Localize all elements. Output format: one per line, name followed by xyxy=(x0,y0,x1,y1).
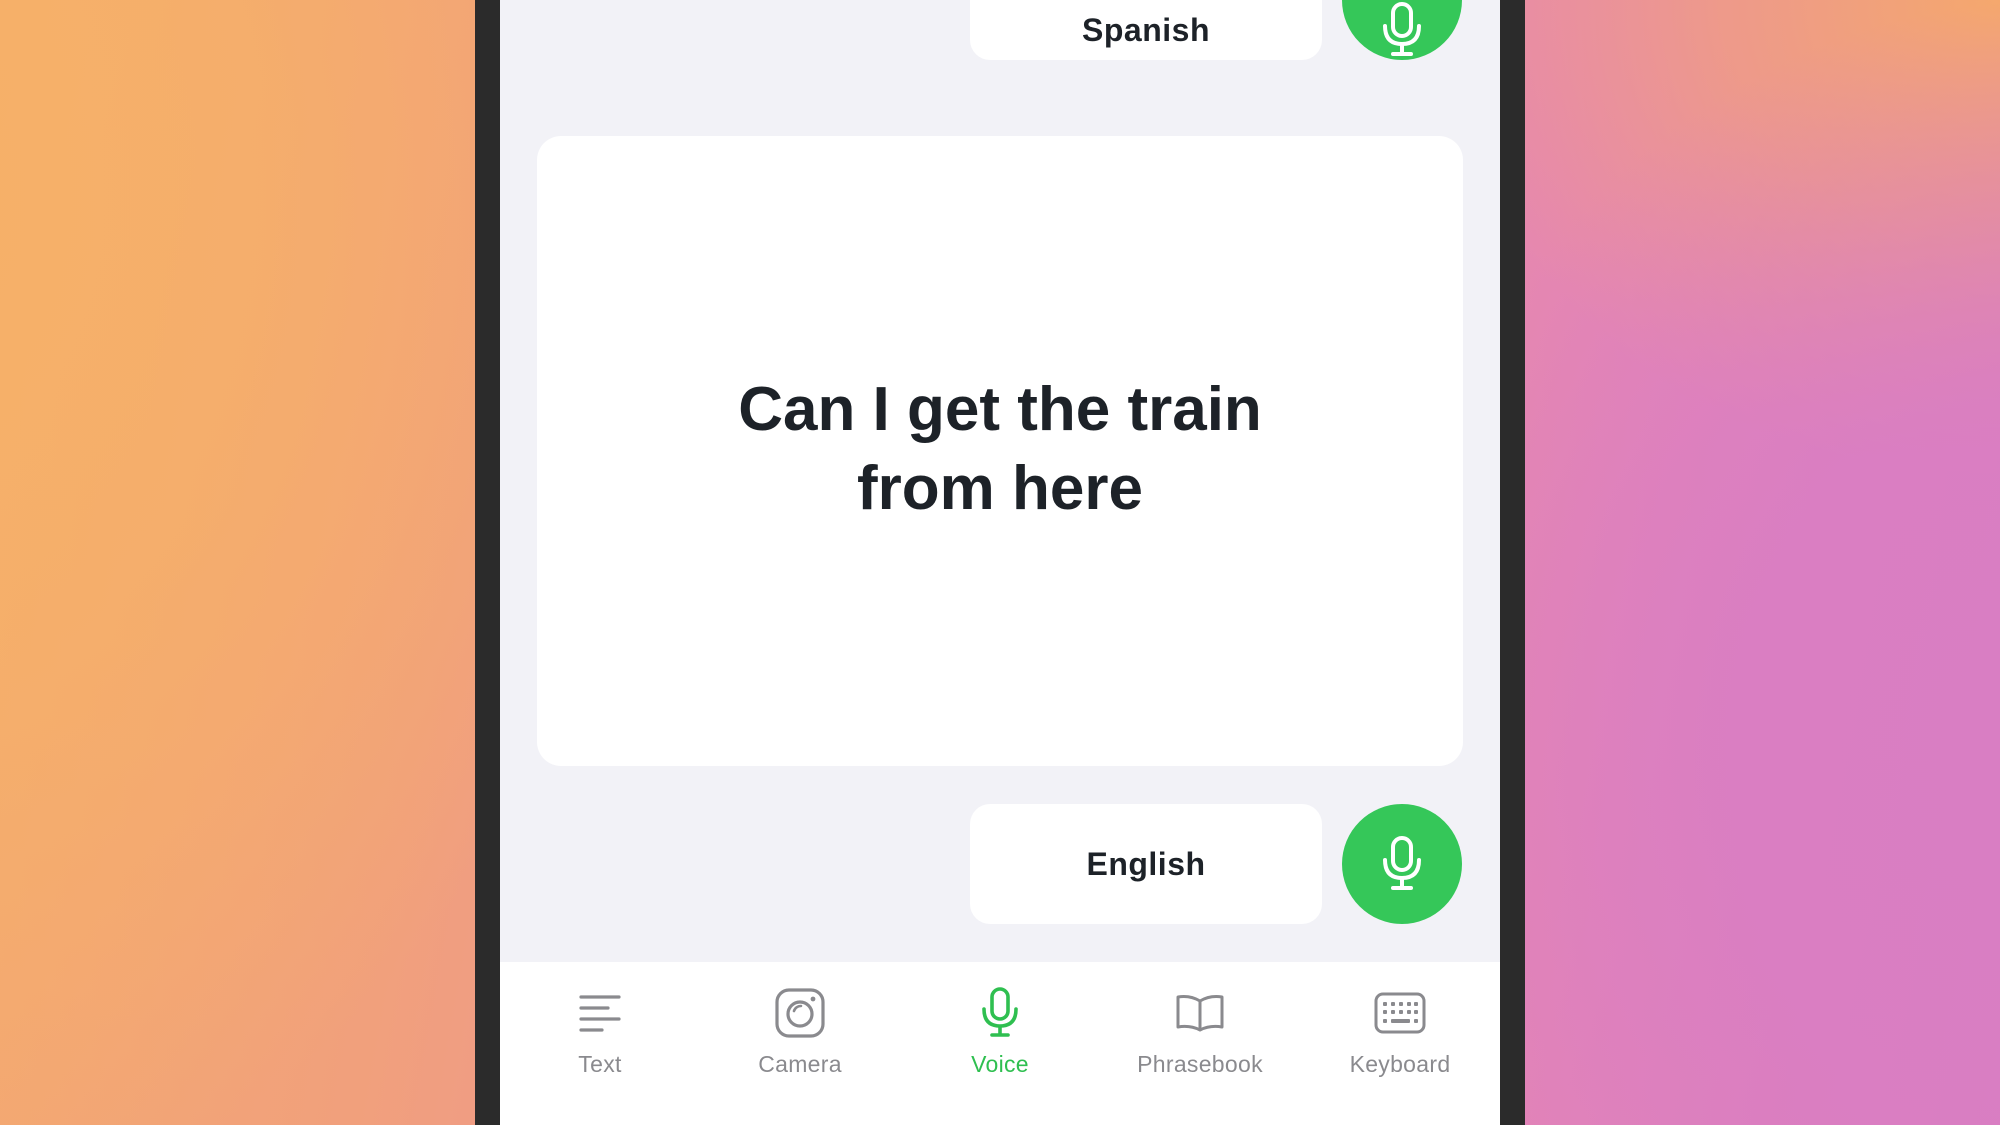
target-language-label: English xyxy=(1086,845,1206,882)
translated-text: Can I get the train from here xyxy=(738,375,1262,523)
bottom-tab-bar: Text Camera Voice Phrasebook Keyboard xyxy=(500,962,1500,1125)
tab-camera[interactable]: Camera xyxy=(700,962,900,1125)
tab-keyboard[interactable]: Keyboard xyxy=(1300,962,1500,1125)
text-lines-icon xyxy=(570,983,630,1043)
translator-screen: Spanish Can I get the train from here En… xyxy=(500,0,1500,1125)
book-icon xyxy=(1170,983,1230,1043)
tab-text-label: Text xyxy=(578,1051,622,1077)
tab-camera-label: Camera xyxy=(758,1051,842,1077)
tab-keyboard-label: Keyboard xyxy=(1349,1051,1451,1077)
target-mic-button[interactable] xyxy=(1342,804,1462,924)
tab-phrasebook-label: Phrasebook xyxy=(1137,1051,1263,1077)
translation-card: Can I get the train from here xyxy=(537,136,1463,766)
tab-voice[interactable]: Voice xyxy=(900,962,1100,1125)
tab-voice-label: Voice xyxy=(971,1051,1029,1077)
camera-icon xyxy=(770,983,830,1043)
microphone-icon xyxy=(1380,2,1424,58)
source-language-label: Spanish xyxy=(1082,11,1210,48)
tab-text[interactable]: Text xyxy=(500,962,700,1125)
source-language-button[interactable]: Spanish xyxy=(970,0,1322,60)
source-mic-button[interactable] xyxy=(1342,0,1462,60)
microphone-icon xyxy=(970,983,1030,1043)
tab-phrasebook[interactable]: Phrasebook xyxy=(1100,962,1300,1125)
target-language-button[interactable]: English xyxy=(970,804,1322,924)
microphone-icon xyxy=(1380,836,1424,892)
keyboard-icon xyxy=(1370,983,1430,1043)
